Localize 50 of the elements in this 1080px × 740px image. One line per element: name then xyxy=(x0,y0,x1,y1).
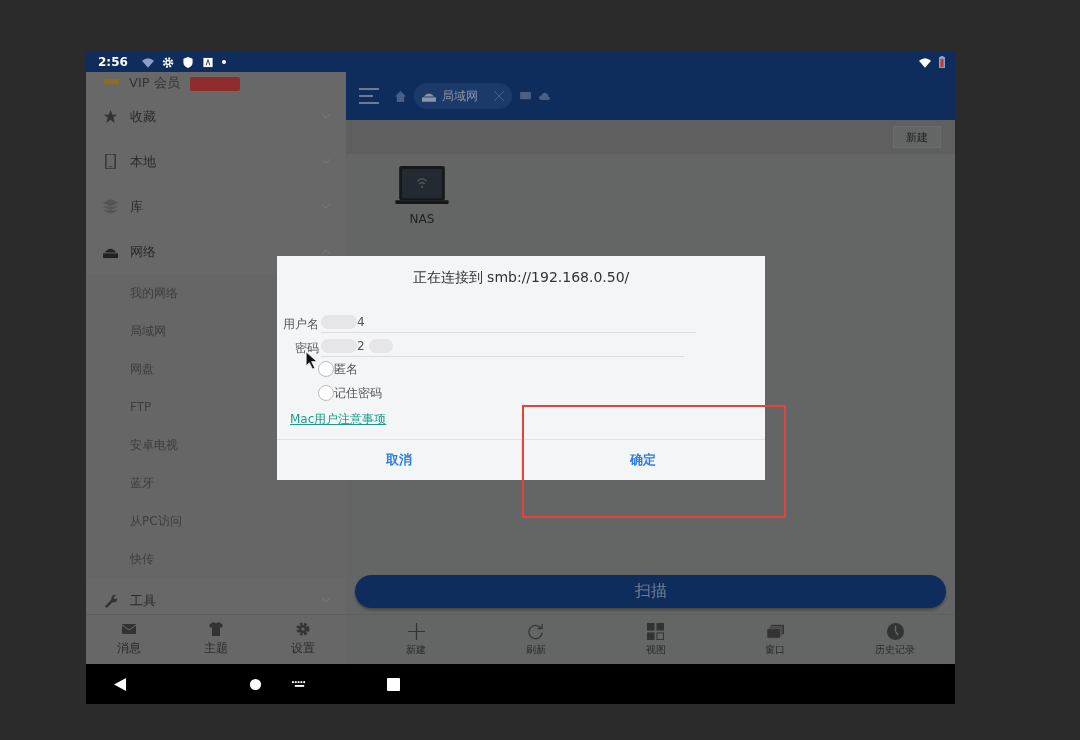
option-label: 匿名 xyxy=(334,360,358,378)
shield-icon xyxy=(181,56,194,68)
help-link[interactable]: Mac用户注意事项 xyxy=(290,411,387,428)
gear-icon xyxy=(161,56,174,68)
battery-icon xyxy=(939,56,945,68)
settings-icon xyxy=(295,622,310,636)
password-label: 密码 xyxy=(295,340,319,357)
sidebar-section[interactable]: 库 xyxy=(86,184,346,229)
phone-icon xyxy=(103,154,118,169)
home-icon[interactable] xyxy=(249,677,262,691)
recents-icon[interactable] xyxy=(387,677,400,691)
option-label: 记住密码 xyxy=(334,384,382,402)
back-icon[interactable] xyxy=(114,677,127,691)
close-icon[interactable] xyxy=(494,91,504,101)
scan-button[interactable]: 扫描 xyxy=(355,575,946,608)
radio-button[interactable] xyxy=(318,361,334,377)
radio-button[interactable] xyxy=(318,385,334,401)
cursor-icon xyxy=(306,352,317,369)
sidebar-section[interactable]: 收藏 xyxy=(86,94,346,139)
username-field[interactable]: 4 xyxy=(321,312,696,333)
wifi-icon xyxy=(141,56,154,68)
vip-badge xyxy=(189,76,240,91)
new-button[interactable]: 新建 xyxy=(893,126,941,148)
password-field[interactable]: 2 xyxy=(321,336,684,357)
dot-icon xyxy=(221,60,226,64)
cloud-icon[interactable] xyxy=(539,91,550,101)
cancel-button[interactable]: 取消 xyxy=(277,440,521,480)
dialog-title: 正在连接到 smb://192.168.0.50/ xyxy=(411,268,631,287)
laptop-icon[interactable] xyxy=(395,166,449,204)
shirt-icon xyxy=(209,622,223,636)
keyboard-icon[interactable] xyxy=(292,680,307,688)
keyboard-icon xyxy=(201,56,214,68)
windows-icon xyxy=(766,622,784,640)
location-tab[interactable]: 局域网 xyxy=(414,83,512,109)
star-icon xyxy=(103,109,118,124)
menu-icon[interactable] xyxy=(359,88,379,104)
grid-icon xyxy=(647,622,664,640)
username-label: 用户名 xyxy=(283,316,319,333)
sidebar-section[interactable]: 本地 xyxy=(86,139,346,184)
device-label: NAS xyxy=(409,212,435,226)
wrench-icon xyxy=(103,593,118,608)
clock-time: 2:56 xyxy=(98,55,128,69)
monitor-icon[interactable] xyxy=(520,91,531,101)
plus-icon xyxy=(407,622,425,640)
refresh-icon xyxy=(527,622,545,640)
envelope-icon xyxy=(122,622,137,636)
sidebar-section[interactable]: 网络 xyxy=(86,229,346,274)
clock-icon xyxy=(886,622,904,640)
wifi-icon xyxy=(919,56,931,68)
ok-button[interactable]: 确定 xyxy=(520,440,765,480)
